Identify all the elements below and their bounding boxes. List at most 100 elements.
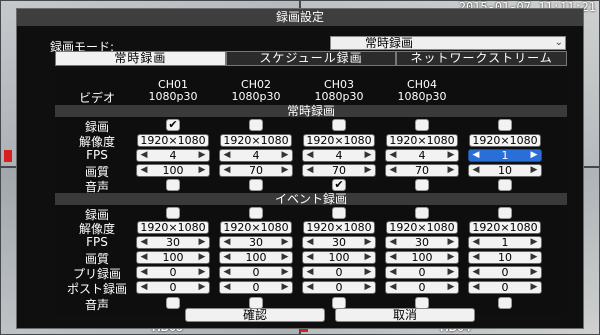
continuous-record-checkbox[interactable]: [332, 119, 346, 131]
continuous-fps-stepper[interactable]: ◀ 1 ▶: [468, 149, 542, 162]
arrow-left-icon[interactable]: ◀: [139, 282, 149, 293]
event-pre-record-stepper[interactable]: ◀ 0 ▶: [385, 266, 459, 279]
arrow-left-icon[interactable]: ◀: [305, 150, 315, 161]
arrow-right-icon[interactable]: ▶: [280, 282, 290, 293]
event-quality-stepper[interactable]: ◀ 100 ▶: [385, 251, 459, 264]
continuous-fps-stepper[interactable]: ◀ 4 ▶: [302, 149, 376, 162]
arrow-right-icon[interactable]: ▶: [529, 165, 539, 176]
arrow-right-icon[interactable]: ▶: [363, 252, 373, 263]
arrow-right-icon[interactable]: ▶: [529, 252, 539, 263]
arrow-right-icon[interactable]: ▶: [363, 150, 373, 161]
event-record-checkbox[interactable]: [415, 207, 429, 219]
event-pre-record-stepper[interactable]: ◀ 0 ▶: [219, 266, 293, 279]
arrow-left-icon[interactable]: ◀: [222, 237, 232, 248]
arrow-right-icon[interactable]: ▶: [280, 165, 290, 176]
arrow-left-icon[interactable]: ◀: [471, 252, 481, 263]
arrow-right-icon[interactable]: ▶: [197, 252, 207, 263]
continuous-audio-checkbox[interactable]: [498, 179, 512, 191]
continuous-quality-stepper[interactable]: ◀ 70 ▶: [302, 164, 376, 177]
event-record-checkbox[interactable]: [166, 207, 180, 219]
arrow-right-icon[interactable]: ▶: [280, 150, 290, 161]
event-resolution-select[interactable]: 1920×1080: [137, 221, 209, 234]
event-quality-stepper[interactable]: ◀ 100 ▶: [219, 251, 293, 264]
arrow-left-icon[interactable]: ◀: [222, 267, 232, 278]
arrow-right-icon[interactable]: ▶: [197, 237, 207, 248]
event-quality-stepper[interactable]: ◀ 100 ▶: [136, 251, 210, 264]
arrow-right-icon[interactable]: ▶: [446, 252, 456, 263]
arrow-left-icon[interactable]: ◀: [139, 150, 149, 161]
arrow-left-icon[interactable]: ◀: [471, 165, 481, 176]
event-post-record-stepper[interactable]: ◀ 0 ▶: [219, 281, 293, 294]
event-post-record-stepper[interactable]: ◀ 0 ▶: [136, 281, 210, 294]
continuous-resolution-select[interactable]: 1920×1080: [303, 134, 375, 147]
event-pre-record-stepper[interactable]: ◀ 0 ▶: [468, 266, 542, 279]
arrow-left-icon[interactable]: ◀: [388, 237, 398, 248]
arrow-left-icon[interactable]: ◀: [222, 150, 232, 161]
event-resolution-select[interactable]: 1920×1080: [220, 221, 292, 234]
event-audio-checkbox[interactable]: [498, 297, 512, 309]
arrow-left-icon[interactable]: ◀: [305, 237, 315, 248]
continuous-audio-checkbox[interactable]: ✔: [332, 179, 346, 191]
arrow-right-icon[interactable]: ▶: [446, 150, 456, 161]
event-post-record-stepper[interactable]: ◀ 0 ▶: [385, 281, 459, 294]
continuous-record-checkbox[interactable]: [249, 119, 263, 131]
arrow-left-icon[interactable]: ◀: [305, 267, 315, 278]
event-record-checkbox[interactable]: [498, 207, 512, 219]
continuous-resolution-select[interactable]: 1920×1080: [386, 134, 458, 147]
arrow-right-icon[interactable]: ▶: [197, 282, 207, 293]
arrow-right-icon[interactable]: ▶: [529, 150, 539, 161]
arrow-left-icon[interactable]: ◀: [388, 267, 398, 278]
continuous-resolution-select[interactable]: 1920×1080: [220, 134, 292, 147]
continuous-fps-stepper[interactable]: ◀ 4 ▶: [385, 149, 459, 162]
arrow-left-icon[interactable]: ◀: [305, 165, 315, 176]
continuous-record-checkbox[interactable]: [498, 119, 512, 131]
continuous-resolution-select[interactable]: 1920×1080: [137, 134, 209, 147]
event-pre-record-stepper[interactable]: ◀ 0 ▶: [136, 266, 210, 279]
continuous-fps-stepper[interactable]: ◀ 4 ▶: [136, 149, 210, 162]
arrow-left-icon[interactable]: ◀: [471, 267, 481, 278]
continuous-audio-checkbox[interactable]: [166, 179, 180, 191]
arrow-left-icon[interactable]: ◀: [139, 237, 149, 248]
arrow-left-icon[interactable]: ◀: [388, 282, 398, 293]
event-audio-checkbox[interactable]: [166, 297, 180, 309]
confirm-button[interactable]: 確認: [185, 308, 325, 322]
event-fps-stepper[interactable]: ◀ 30 ▶: [385, 236, 459, 249]
event-pre-record-stepper[interactable]: ◀ 0 ▶: [302, 266, 376, 279]
arrow-left-icon[interactable]: ◀: [388, 252, 398, 263]
event-fps-stepper[interactable]: ◀ 1 ▶: [468, 236, 542, 249]
continuous-quality-stepper[interactable]: ◀ 70 ▶: [219, 164, 293, 177]
arrow-left-icon[interactable]: ◀: [139, 165, 149, 176]
arrow-right-icon[interactable]: ▶: [197, 267, 207, 278]
continuous-audio-checkbox[interactable]: [249, 179, 263, 191]
continuous-record-checkbox[interactable]: [415, 119, 429, 131]
continuous-quality-stepper[interactable]: ◀ 70 ▶: [385, 164, 459, 177]
arrow-right-icon[interactable]: ▶: [280, 237, 290, 248]
arrow-right-icon[interactable]: ▶: [197, 150, 207, 161]
cancel-button[interactable]: 取消: [335, 308, 475, 322]
arrow-right-icon[interactable]: ▶: [446, 165, 456, 176]
arrow-right-icon[interactable]: ▶: [280, 267, 290, 278]
arrow-right-icon[interactable]: ▶: [280, 252, 290, 263]
arrow-right-icon[interactable]: ▶: [446, 282, 456, 293]
tab-schedule[interactable]: スケジュール録画: [225, 51, 397, 66]
continuous-audio-checkbox[interactable]: [415, 179, 429, 191]
arrow-right-icon[interactable]: ▶: [197, 165, 207, 176]
arrow-right-icon[interactable]: ▶: [529, 237, 539, 248]
arrow-left-icon[interactable]: ◀: [222, 165, 232, 176]
arrow-left-icon[interactable]: ◀: [471, 237, 481, 248]
arrow-left-icon[interactable]: ◀: [139, 267, 149, 278]
arrow-right-icon[interactable]: ▶: [446, 237, 456, 248]
event-fps-stepper[interactable]: ◀ 30 ▶: [302, 236, 376, 249]
arrow-left-icon[interactable]: ◀: [222, 252, 232, 263]
event-record-checkbox[interactable]: [332, 207, 346, 219]
continuous-quality-stepper[interactable]: ◀ 10 ▶: [468, 164, 542, 177]
arrow-right-icon[interactable]: ▶: [446, 267, 456, 278]
event-post-record-stepper[interactable]: ◀ 0 ▶: [302, 281, 376, 294]
arrow-right-icon[interactable]: ▶: [363, 237, 373, 248]
event-post-record-stepper[interactable]: ◀ 0 ▶: [468, 281, 542, 294]
event-record-checkbox[interactable]: [249, 207, 263, 219]
continuous-record-checkbox[interactable]: ✔: [166, 119, 180, 131]
arrow-left-icon[interactable]: ◀: [305, 282, 315, 293]
arrow-left-icon[interactable]: ◀: [222, 282, 232, 293]
arrow-right-icon[interactable]: ▶: [529, 267, 539, 278]
